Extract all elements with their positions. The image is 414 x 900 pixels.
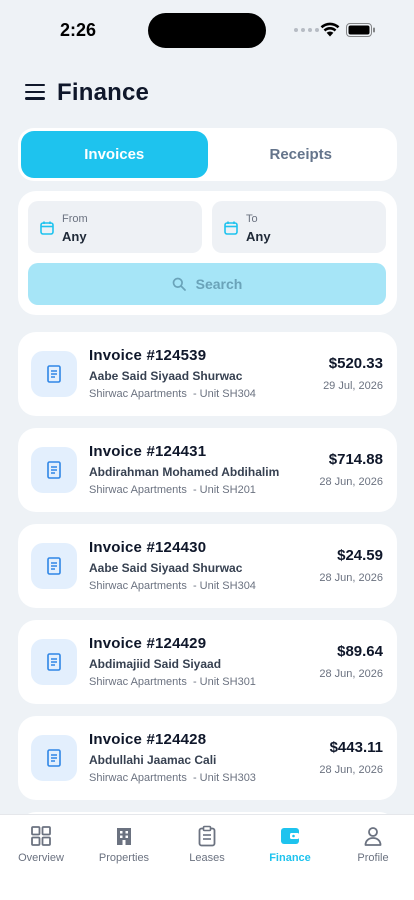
clipboard-icon: [198, 825, 216, 847]
nav-properties[interactable]: Properties: [83, 815, 165, 875]
to-value: Any: [246, 229, 271, 244]
tenant-name: Aabe Said Siyaad Shurwac: [89, 561, 243, 575]
nav-overview[interactable]: Overview: [0, 815, 82, 875]
property-unit: Shirwac Apartments - Unit SH303: [89, 772, 256, 784]
tenant-name: Abdirahman Mohamed Abdihalim: [89, 465, 280, 479]
invoice-number: Invoice #124429: [89, 635, 207, 652]
from-date-field[interactable]: From Any: [28, 201, 202, 253]
invoice-card[interactable]: Invoice #124428 Abdullahi Jaamac Cali Sh…: [18, 716, 397, 800]
invoice-card[interactable]: Invoice #124429 Abdimajiid Said Siyaad S…: [18, 620, 397, 704]
invoice-amount: $714.88: [328, 451, 383, 468]
invoice-amount: $443.11: [329, 739, 383, 756]
invoice-card[interactable]: Invoice #124431 Abdirahman Mohamed Abdih…: [18, 428, 397, 512]
tenant-name: Abdullahi Jaamac Cali: [89, 753, 217, 767]
bottom-nav: Overview Properties Leases Finance Profi…: [0, 814, 414, 900]
invoice-icon: [31, 543, 77, 589]
invoice-date: 28 Jun, 2026: [319, 764, 383, 776]
from-label: From: [62, 213, 88, 225]
invoice-date: 28 Jun, 2026: [319, 668, 383, 680]
nav-label: Leases: [189, 852, 225, 864]
invoice-number: Invoice #124428: [89, 731, 207, 748]
dynamic-island: [148, 13, 266, 48]
signal-icon: [294, 28, 319, 32]
unit-name: - Unit SH303: [192, 772, 256, 784]
status-time: 2:26: [60, 20, 97, 40]
from-value: Any: [62, 229, 87, 244]
property-name: Shirwac Apartments: [89, 580, 187, 592]
menu-icon[interactable]: [25, 84, 45, 100]
tenant-name: Aabe Said Siyaad Shurwac: [89, 369, 243, 383]
property-name: Shirwac Apartments: [89, 772, 187, 784]
to-label: To: [246, 213, 258, 225]
search-label: Search: [195, 276, 243, 292]
finance-tabs: Invoices Receipts: [18, 128, 397, 181]
invoice-icon: [31, 447, 77, 493]
tab-receipts[interactable]: Receipts: [208, 131, 395, 178]
to-date-field[interactable]: To Any: [212, 201, 386, 253]
property-unit: Shirwac Apartments - Unit SH301: [89, 676, 256, 688]
tenant-name: Abdimajiid Said Siyaad: [89, 657, 222, 671]
property-name: Shirwac Apartments: [89, 676, 187, 688]
nav-label: Properties: [98, 852, 150, 864]
status-bar: 2:26: [0, 0, 414, 60]
invoice-date: 29 Jul, 2026: [323, 380, 383, 392]
finance-screen: 2:26 Finance Invoices Receipts From Any …: [0, 0, 414, 900]
invoice-amount: $520.33: [328, 355, 383, 372]
user-icon: [364, 827, 382, 846]
calendar-icon: [224, 221, 238, 235]
invoice-card[interactable]: Invoice #124430 Aabe Said Siyaad Shurwac…: [18, 524, 397, 608]
invoice-icon: [31, 735, 77, 781]
grid-icon: [31, 826, 51, 846]
invoice-number: Invoice #124431: [89, 443, 207, 460]
nav-finance[interactable]: Finance: [249, 815, 331, 875]
invoice-amount: $24.59: [337, 547, 383, 564]
nav-label: Overview: [18, 852, 64, 864]
tab-invoices[interactable]: Invoices: [21, 131, 208, 178]
header: Finance: [0, 70, 414, 116]
battery-icon: [346, 23, 375, 37]
invoice-number: Invoice #124430: [89, 539, 207, 556]
page-title: Finance: [57, 79, 150, 106]
filter-card: From Any To Any Search: [18, 191, 397, 315]
property-name: Shirwac Apartments: [89, 484, 187, 496]
invoice-icon: [31, 639, 77, 685]
invoice-card[interactable]: Invoice #124539 Aabe Said Siyaad Shurwac…: [18, 332, 397, 416]
search-button[interactable]: Search: [28, 263, 386, 305]
invoice-icon: [31, 351, 77, 397]
unit-name: - Unit SH301: [192, 676, 256, 688]
unit-name: - Unit SH201: [192, 484, 256, 496]
invoice-date: 28 Jun, 2026: [319, 572, 383, 584]
property-name: Shirwac Apartments: [89, 388, 187, 400]
nav-label: Profile: [357, 852, 389, 864]
invoice-amount: $89.64: [337, 643, 383, 660]
nav-leases[interactable]: Leases: [166, 815, 248, 875]
property-unit: Shirwac Apartments - Unit SH201: [89, 484, 256, 496]
search-icon: [172, 277, 186, 291]
nav-label: Finance: [269, 852, 311, 864]
calendar-icon: [40, 221, 54, 235]
wifi-icon: [320, 22, 340, 37]
nav-profile[interactable]: Profile: [332, 815, 414, 875]
invoice-number: Invoice #124539: [89, 347, 207, 364]
wallet-icon: [281, 828, 299, 844]
building-icon: [117, 828, 131, 845]
property-unit: Shirwac Apartments - Unit SH304: [89, 580, 256, 592]
invoice-date: 28 Jun, 2026: [319, 476, 383, 488]
unit-name: - Unit SH304: [192, 580, 256, 592]
property-unit: Shirwac Apartments - Unit SH304: [89, 388, 256, 400]
unit-name: - Unit SH304: [192, 388, 256, 400]
